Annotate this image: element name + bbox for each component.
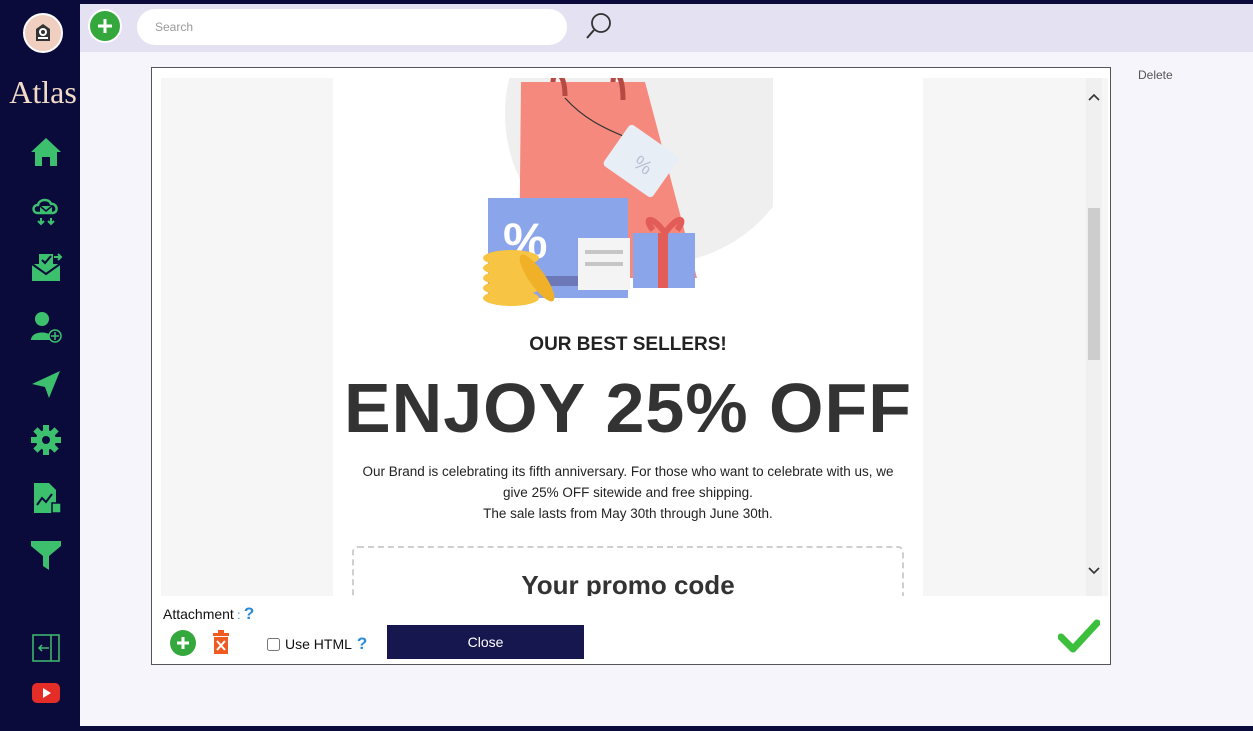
email-body-text: Our Brand is celebrating its fifth anniv… (347, 461, 909, 524)
report-icon[interactable] (28, 480, 64, 516)
chevron-up-icon[interactable] (1086, 90, 1102, 106)
send-icon[interactable] (28, 366, 64, 402)
email-editor-dialog: % % OUR BEST SELLERS! ENJOY 25% OFF Our … (151, 67, 1111, 665)
home-icon[interactable] (28, 134, 64, 170)
attachment-help-icon[interactable]: ? (244, 604, 254, 623)
main-area: Delete % % (80, 4, 1253, 726)
add-user-icon[interactable] (28, 309, 64, 345)
email-body-line: The sale lasts from May 30th through Jun… (483, 506, 773, 521)
app-logo-text: Atlas (9, 74, 77, 110)
add-new-button[interactable] (88, 9, 122, 43)
email-preview[interactable]: % % OUR BEST SELLERS! ENJOY 25% OFF Our … (161, 78, 1108, 596)
use-html-option[interactable]: Use HTML ? (267, 634, 367, 654)
promo-code-box: Your promo code (352, 546, 904, 596)
confirm-check-icon[interactable] (1057, 619, 1101, 655)
close-button[interactable]: Close (387, 625, 584, 659)
youtube-icon[interactable] (28, 675, 64, 711)
promo-code-title: Your promo code (521, 570, 735, 596)
logout-icon[interactable] (28, 630, 64, 666)
email-heading: OUR BEST SELLERS! (529, 334, 727, 355)
use-html-label: Use HTML (285, 636, 352, 652)
gear-icon[interactable] (28, 422, 64, 458)
email-body: % % OUR BEST SELLERS! ENJOY 25% OFF Our … (333, 78, 923, 596)
search-icon[interactable] (584, 10, 614, 44)
sidebar: Atlas (6, 4, 80, 726)
use-html-help-icon[interactable]: ? (357, 634, 367, 654)
use-html-checkbox[interactable] (267, 637, 280, 651)
filter-icon[interactable] (28, 537, 64, 573)
app-logo-icon (23, 13, 63, 53)
delete-link[interactable]: Delete (1138, 68, 1173, 82)
top-bar (80, 4, 1253, 52)
search-input[interactable] (137, 9, 567, 45)
attachment-label: Attachment : ? (163, 604, 255, 623)
add-attachment-button[interactable] (170, 630, 196, 656)
delete-attachment-icon[interactable] (212, 629, 230, 655)
shopping-bag-illustration: % % (483, 78, 773, 306)
chevron-down-icon[interactable] (1086, 564, 1102, 580)
email-headline: ENJOY 25% OFF (343, 369, 912, 447)
email-body-line: Our Brand is celebrating its fifth anniv… (362, 464, 894, 479)
inbox-icon[interactable] (28, 249, 64, 285)
scrollbar-thumb[interactable] (1088, 208, 1100, 360)
email-cloud-icon[interactable] (28, 192, 64, 228)
email-body-line: give 25% OFF sitewide and free shipping. (503, 485, 753, 500)
preview-scrollbar[interactable] (1086, 78, 1102, 596)
